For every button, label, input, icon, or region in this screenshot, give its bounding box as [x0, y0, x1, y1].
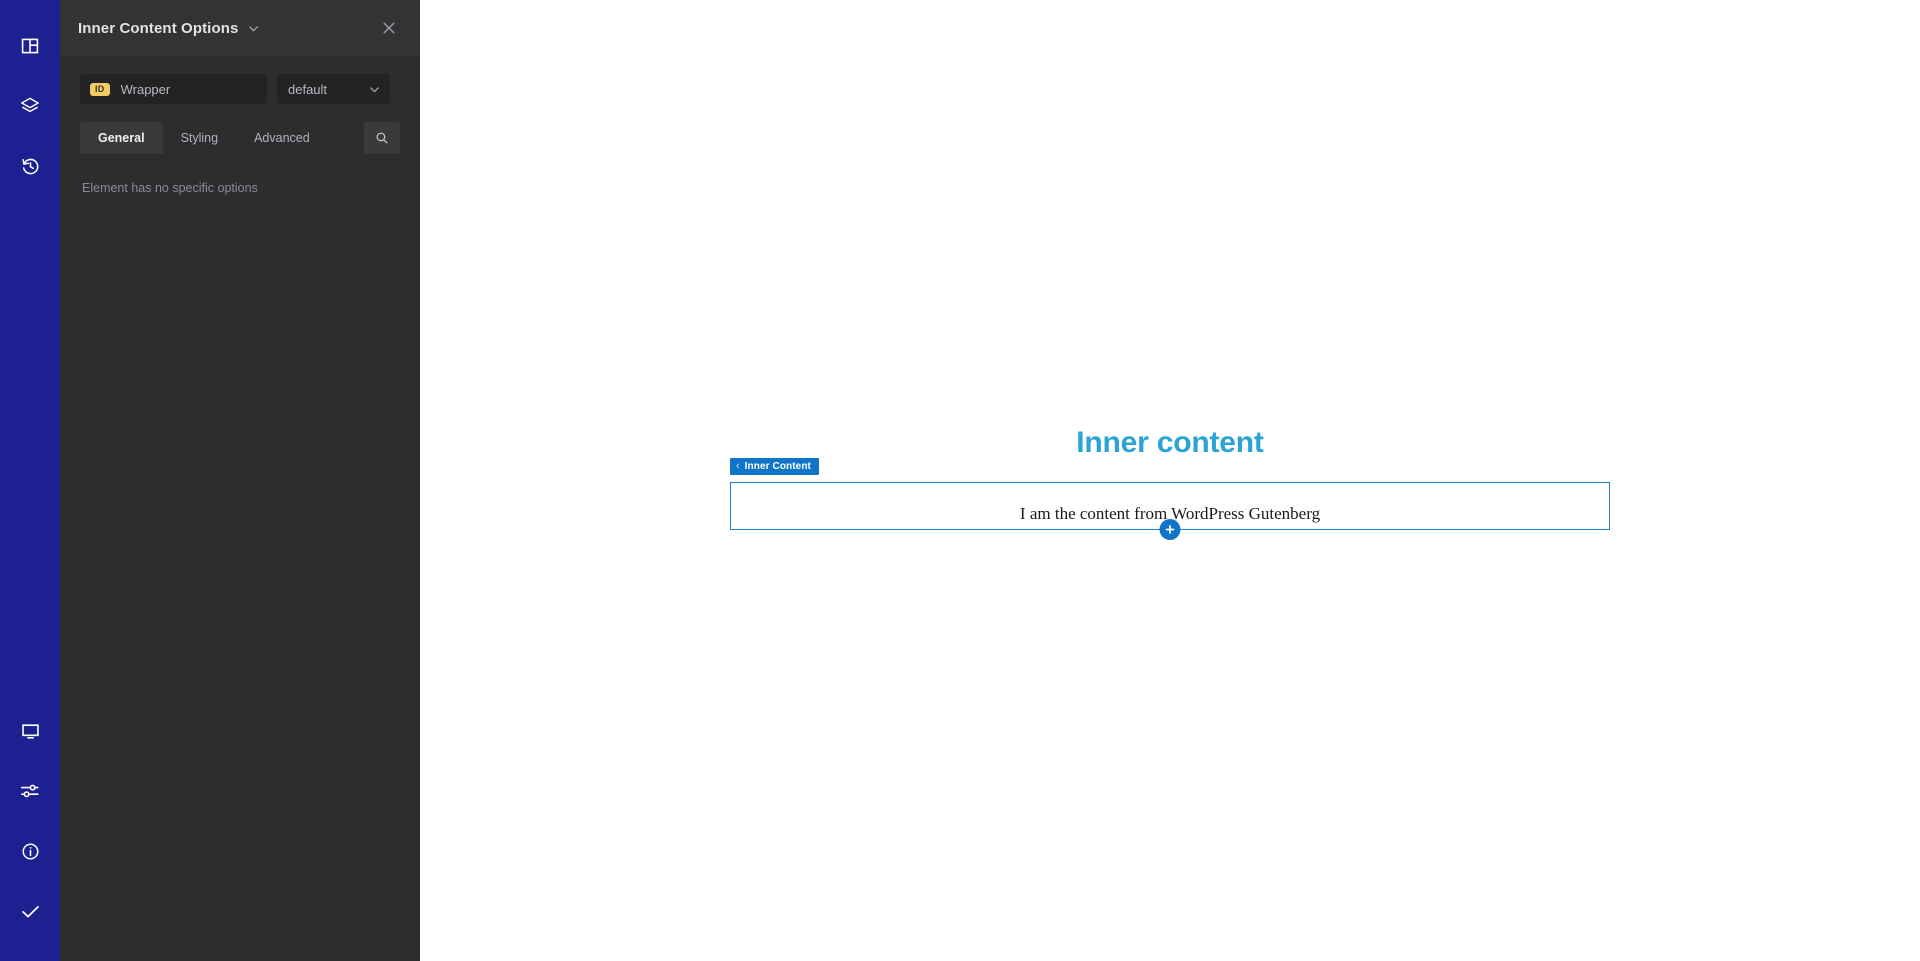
- tab-styling-label: Styling: [180, 131, 219, 145]
- add-element-button[interactable]: [1159, 519, 1181, 540]
- element-id-row: ID Wrapper default: [80, 74, 400, 104]
- id-badge: ID: [90, 82, 110, 96]
- chevron-down-icon: [368, 83, 381, 96]
- tab-advanced[interactable]: Advanced: [236, 122, 328, 154]
- page-title: Inner Content Options: [78, 19, 239, 37]
- block-label-badge[interactable]: ‹ Inner Content: [730, 458, 819, 475]
- preset-select[interactable]: default: [277, 74, 390, 104]
- panel-tabs: General Styling Advanced: [80, 122, 400, 154]
- display-icon[interactable]: [0, 701, 60, 761]
- panel-header: Inner Content Options: [60, 0, 420, 56]
- preview-heading: Inner content: [1076, 426, 1264, 459]
- info-icon[interactable]: [0, 821, 60, 881]
- chevron-left-icon: ‹: [736, 460, 740, 472]
- history-icon[interactable]: [0, 136, 60, 196]
- sliders-icon[interactable]: [0, 761, 60, 821]
- element-id-value: Wrapper: [120, 81, 171, 97]
- icon-rail-bottom-group: [0, 701, 60, 961]
- icon-rail-top-group: [0, 0, 60, 196]
- icon-rail: [0, 0, 60, 961]
- close-icon[interactable]: [378, 17, 400, 39]
- inner-content-block[interactable]: I am the content from WordPress Gutenber…: [730, 482, 1610, 540]
- tab-general-label: General: [98, 131, 145, 145]
- chevron-down-icon[interactable]: [247, 22, 260, 35]
- options-panel: Inner Content Options ID Wrapper default…: [60, 0, 420, 961]
- check-icon[interactable]: [0, 881, 60, 941]
- tab-advanced-label: Advanced: [254, 131, 310, 145]
- editor-root: Inner Content Options ID Wrapper default…: [0, 0, 1920, 961]
- panel-body: ID Wrapper default General Styling Advan…: [60, 56, 420, 195]
- layout-icon[interactable]: [0, 16, 60, 76]
- preview-canvas[interactable]: Inner content ‹ Inner Content I am the c…: [420, 0, 1920, 961]
- inner-content-block-wrapper: ‹ Inner Content I am the content from Wo…: [730, 458, 1610, 540]
- search-icon[interactable]: [364, 122, 400, 154]
- block-label-text: Inner Content: [744, 461, 811, 472]
- layers-icon[interactable]: [0, 76, 60, 136]
- tab-general[interactable]: General: [80, 122, 163, 154]
- empty-options-message: Element has no specific options: [82, 181, 258, 195]
- tab-styling[interactable]: Styling: [163, 122, 237, 154]
- element-id-input[interactable]: ID Wrapper: [80, 74, 267, 104]
- preset-select-value: default: [288, 81, 328, 97]
